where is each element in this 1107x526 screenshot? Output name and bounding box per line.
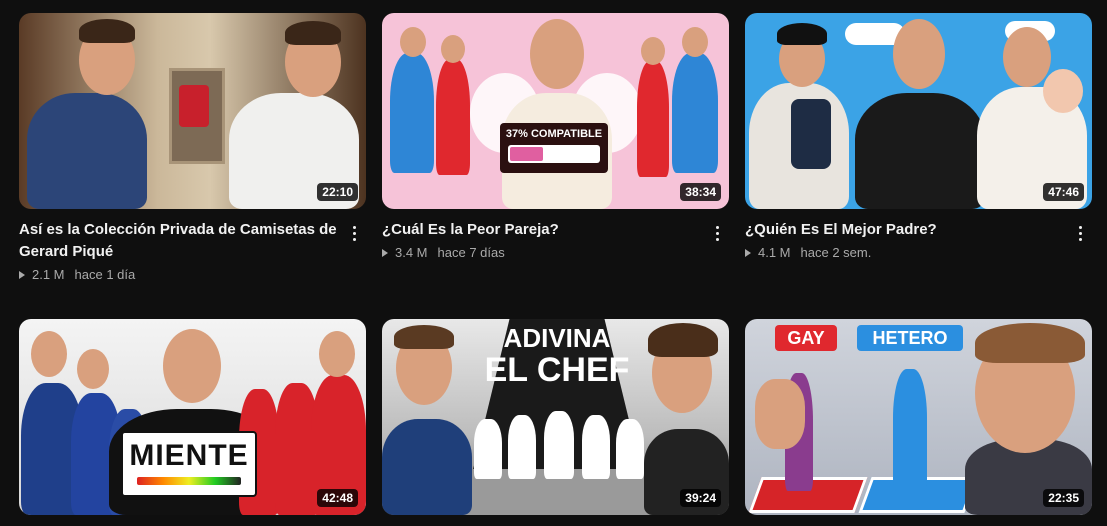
person bbox=[436, 59, 470, 175]
view-count: 2.1 M bbox=[32, 267, 65, 282]
person-left bbox=[382, 419, 472, 515]
thumb-title-2: EL CHEF bbox=[484, 351, 630, 389]
more-vert-icon[interactable] bbox=[705, 221, 729, 245]
face bbox=[77, 349, 109, 389]
label-gay: GAY bbox=[775, 325, 837, 351]
face-center bbox=[893, 19, 945, 89]
video-title[interactable]: ¿Cuál Es la Peor Pareja? bbox=[382, 219, 700, 241]
view-count: 4.1 M bbox=[758, 245, 791, 260]
hair-left bbox=[79, 19, 135, 43]
figure-man bbox=[893, 369, 927, 491]
person bbox=[672, 53, 718, 173]
upload-age: hace 2 sem. bbox=[800, 245, 872, 260]
baby-face bbox=[1043, 69, 1083, 113]
label-hetero: HETERO bbox=[857, 325, 963, 351]
video-card[interactable]: ADIVINA EL CHEF 39:24 bbox=[382, 319, 729, 515]
face bbox=[31, 331, 67, 377]
video-meta: 3.4 M hace 7 días bbox=[382, 245, 505, 260]
chef bbox=[582, 415, 610, 479]
compat-text: 37% COMPATIBLE bbox=[505, 128, 603, 140]
video-meta: 2.1 M hace 1 día bbox=[19, 267, 135, 282]
video-title[interactable]: ¿Quién Es El Mejor Padre? bbox=[745, 219, 1063, 241]
face bbox=[319, 331, 355, 377]
face bbox=[682, 27, 708, 57]
hair-left bbox=[394, 325, 454, 349]
video-card[interactable]: 37% COMPATIBLE 38:34 ¿Cuál Es la Peor Pa… bbox=[382, 13, 729, 260]
face-right bbox=[1003, 27, 1051, 87]
video-thumbnail[interactable]: 37% COMPATIBLE 38:34 bbox=[382, 13, 729, 209]
hand bbox=[755, 379, 805, 449]
video-thumbnail[interactable]: 47:46 bbox=[745, 13, 1092, 209]
video-card[interactable]: 47:46 ¿Quién Es El Mejor Padre? 4.1 M ha… bbox=[745, 13, 1092, 260]
duration-badge: 22:10 bbox=[317, 183, 358, 201]
jersey-shape bbox=[179, 85, 209, 127]
video-card[interactable]: 22:10 Así es la Colección Privada de Cam… bbox=[19, 13, 366, 282]
chef bbox=[616, 419, 644, 479]
video-card[interactable]: GAY HETERO 22:35 bbox=[745, 319, 1092, 515]
compat-bar-fill bbox=[510, 147, 543, 161]
chef bbox=[474, 419, 502, 479]
hair-right bbox=[975, 323, 1085, 363]
face bbox=[400, 27, 426, 57]
video-card[interactable]: MIENTE 42:48 bbox=[19, 319, 366, 515]
hair-right bbox=[285, 21, 341, 45]
lie-text: MIENTE bbox=[129, 439, 249, 472]
upload-age: hace 1 día bbox=[74, 267, 136, 282]
view-count: 3.4 M bbox=[395, 245, 428, 260]
face-center bbox=[163, 329, 221, 403]
video-meta: 4.1 M hace 2 sem. bbox=[745, 245, 871, 260]
more-vert-icon[interactable] bbox=[1068, 221, 1092, 245]
duration-badge: 39:24 bbox=[680, 489, 721, 507]
duration-badge: 42:48 bbox=[317, 489, 358, 507]
play-icon bbox=[19, 270, 25, 279]
chef bbox=[544, 411, 574, 479]
person-left bbox=[27, 93, 147, 209]
video-thumbnail[interactable]: 22:10 bbox=[19, 13, 366, 209]
thumb-title-1: ADIVINA bbox=[503, 323, 611, 353]
person bbox=[637, 61, 669, 177]
lie-meter bbox=[137, 477, 241, 485]
lie-sign: MIENTE bbox=[121, 431, 257, 497]
play-icon bbox=[745, 248, 751, 257]
upload-age: hace 7 días bbox=[437, 245, 505, 260]
duration-badge: 47:46 bbox=[1043, 183, 1084, 201]
person bbox=[390, 53, 434, 173]
face bbox=[441, 35, 465, 63]
video-thumbnail[interactable]: ADIVINA EL CHEF 39:24 bbox=[382, 319, 729, 515]
more-vert-icon[interactable] bbox=[342, 221, 366, 245]
video-thumbnail[interactable]: MIENTE 42:48 bbox=[19, 319, 366, 515]
video-title[interactable]: Así es la Colección Privada de Camisetas… bbox=[19, 219, 337, 263]
baby-carrier bbox=[791, 99, 831, 169]
compat-panel: 37% COMPATIBLE bbox=[500, 123, 608, 173]
face-center bbox=[530, 19, 584, 89]
chef bbox=[508, 415, 536, 479]
hair-right bbox=[648, 323, 718, 357]
video-thumbnail[interactable]: GAY HETERO 22:35 bbox=[745, 319, 1092, 515]
person-center bbox=[855, 93, 985, 209]
duration-badge: 38:34 bbox=[680, 183, 721, 201]
cap-left bbox=[777, 23, 827, 45]
compat-bar bbox=[508, 145, 600, 163]
play-icon bbox=[382, 248, 388, 257]
duration-badge: 22:35 bbox=[1043, 489, 1084, 507]
face bbox=[641, 37, 665, 65]
